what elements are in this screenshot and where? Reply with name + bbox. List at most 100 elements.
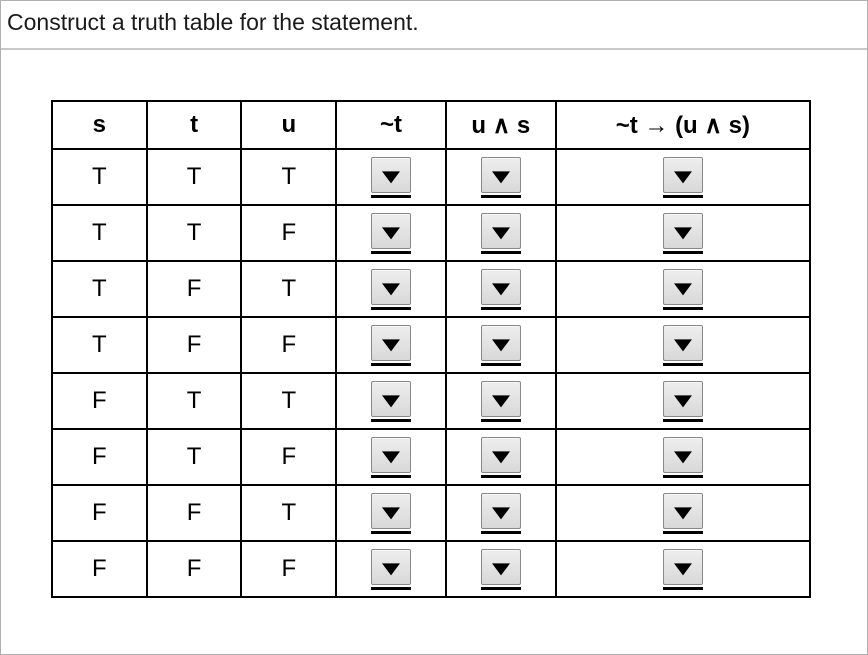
dropdown-uands-3[interactable] — [481, 325, 521, 361]
cell-implication — [556, 429, 810, 485]
table-row: T F F — [52, 317, 810, 373]
underline-icon — [663, 195, 703, 198]
cell-s: F — [52, 429, 147, 485]
dropdown-impl-3[interactable] — [663, 325, 703, 361]
header-s: s — [52, 101, 147, 149]
dropdown-impl-7[interactable] — [663, 549, 703, 585]
dropdown-uands-2[interactable] — [481, 269, 521, 305]
underline-icon — [663, 475, 703, 478]
cell-implication — [556, 149, 810, 205]
table-row: F F F — [52, 541, 810, 597]
cell-u: F — [241, 541, 336, 597]
dropdown-impl-1[interactable] — [663, 213, 703, 249]
dropdown-impl-4[interactable] — [663, 381, 703, 417]
cell-s: F — [52, 373, 147, 429]
page-container: Construct a truth table for the statemen… — [0, 0, 868, 655]
table-row: T F T — [52, 261, 810, 317]
underline-icon — [481, 531, 521, 534]
underline-icon — [663, 363, 703, 366]
dropdown-impl-5[interactable] — [663, 437, 703, 473]
cell-u-and-s — [446, 205, 556, 261]
cell-u-and-s — [446, 541, 556, 597]
cell-s: T — [52, 149, 147, 205]
header-t: t — [147, 101, 242, 149]
table-row: F T T — [52, 373, 810, 429]
cell-u-and-s — [446, 149, 556, 205]
cell-not-t — [336, 429, 446, 485]
underline-icon — [481, 251, 521, 254]
underline-icon — [663, 307, 703, 310]
dropdown-not-t-3[interactable] — [371, 325, 411, 361]
table-row: T T F — [52, 205, 810, 261]
dropdown-not-t-0[interactable] — [371, 157, 411, 193]
cell-implication — [556, 541, 810, 597]
cell-implication — [556, 261, 810, 317]
underline-icon — [663, 531, 703, 534]
cell-u-and-s — [446, 485, 556, 541]
underline-icon — [481, 475, 521, 478]
underline-icon — [481, 307, 521, 310]
cell-t: T — [147, 373, 242, 429]
cell-implication — [556, 317, 810, 373]
cell-u-and-s — [446, 373, 556, 429]
underline-icon — [481, 363, 521, 366]
cell-t: T — [147, 429, 242, 485]
table-row: F T F — [52, 429, 810, 485]
cell-u: F — [241, 205, 336, 261]
dropdown-uands-7[interactable] — [481, 549, 521, 585]
cell-implication — [556, 373, 810, 429]
cell-not-t — [336, 205, 446, 261]
cell-u: T — [241, 149, 336, 205]
underline-icon — [371, 475, 411, 478]
dropdown-uands-5[interactable] — [481, 437, 521, 473]
cell-u-and-s — [446, 317, 556, 373]
cell-not-t — [336, 317, 446, 373]
cell-u: F — [241, 429, 336, 485]
cell-t: T — [147, 149, 242, 205]
dropdown-not-t-2[interactable] — [371, 269, 411, 305]
truth-table: s t u ~t u ∧ s ~t → (u ∧ s) T T T — [51, 100, 811, 598]
cell-s: T — [52, 317, 147, 373]
dropdown-not-t-1[interactable] — [371, 213, 411, 249]
underline-icon — [663, 419, 703, 422]
cell-not-t — [336, 149, 446, 205]
dropdown-impl-0[interactable] — [663, 157, 703, 193]
underline-icon — [371, 307, 411, 310]
header-not-t: ~t — [336, 101, 446, 149]
cell-u: T — [241, 261, 336, 317]
table-wrapper: s t u ~t u ∧ s ~t → (u ∧ s) T T T — [1, 50, 867, 618]
cell-t: F — [147, 317, 242, 373]
dropdown-not-t-5[interactable] — [371, 437, 411, 473]
dropdown-uands-0[interactable] — [481, 157, 521, 193]
underline-icon — [371, 195, 411, 198]
cell-t: T — [147, 205, 242, 261]
underline-icon — [371, 587, 411, 590]
dropdown-uands-6[interactable] — [481, 493, 521, 529]
dropdown-uands-4[interactable] — [481, 381, 521, 417]
underline-icon — [371, 251, 411, 254]
header-row: s t u ~t u ∧ s ~t → (u ∧ s) — [52, 101, 810, 149]
cell-s: T — [52, 261, 147, 317]
cell-s: F — [52, 485, 147, 541]
header-u-and-s: u ∧ s — [446, 101, 556, 149]
dropdown-uands-1[interactable] — [481, 213, 521, 249]
header-implication: ~t → (u ∧ s) — [556, 101, 810, 149]
underline-icon — [371, 419, 411, 422]
underline-icon — [481, 419, 521, 422]
cell-u-and-s — [446, 261, 556, 317]
cell-t: F — [147, 541, 242, 597]
cell-not-t — [336, 485, 446, 541]
dropdown-impl-6[interactable] — [663, 493, 703, 529]
cell-implication — [556, 205, 810, 261]
dropdown-not-t-4[interactable] — [371, 381, 411, 417]
cell-u: F — [241, 317, 336, 373]
table-body: T T T T T F T F T — [52, 149, 810, 597]
dropdown-not-t-7[interactable] — [371, 549, 411, 585]
underline-icon — [371, 531, 411, 534]
cell-u-and-s — [446, 429, 556, 485]
header-u: u — [241, 101, 336, 149]
dropdown-not-t-6[interactable] — [371, 493, 411, 529]
table-row: T T T — [52, 149, 810, 205]
cell-t: F — [147, 261, 242, 317]
dropdown-impl-2[interactable] — [663, 269, 703, 305]
